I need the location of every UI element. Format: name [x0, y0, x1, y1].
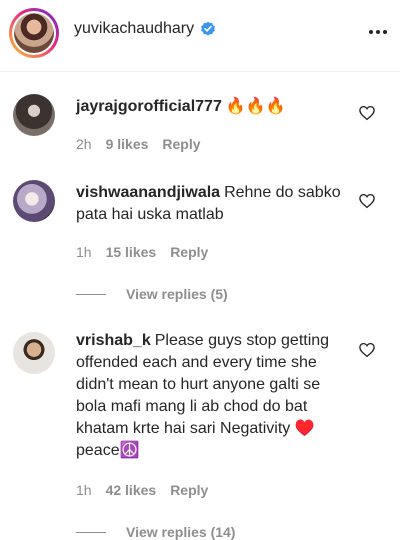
comment-item: vrishab_k Please guys stop getting offend…	[0, 328, 400, 540]
comment-item: vishwaanandjiwala Rehne do sabko pata hai…	[0, 180, 400, 310]
comment-meta: 1h 42 likes Reply	[76, 482, 222, 498]
replies-divider	[76, 531, 106, 533]
commenter-avatar[interactable]	[13, 94, 55, 136]
commenter-avatar[interactable]	[13, 332, 55, 374]
comment-text: vishwaanandjiwala Rehne do sabko pata hai…	[76, 182, 348, 226]
view-replies-button[interactable]: View replies (5)	[76, 286, 228, 302]
comment-username[interactable]: vishwaanandjiwala	[76, 184, 220, 201]
profile-username-row: yuvikachaudhary	[74, 20, 216, 38]
comment-likes[interactable]: 42 likes	[106, 482, 157, 498]
like-heart-icon[interactable]	[358, 104, 376, 122]
view-replies-label: View replies (14)	[126, 524, 236, 540]
replies-divider	[76, 293, 106, 295]
commenter-avatar[interactable]	[13, 180, 55, 222]
comment-text: vrishab_k Please guys stop getting offend…	[76, 330, 348, 462]
like-heart-icon[interactable]	[358, 192, 376, 210]
view-replies-label: View replies (5)	[126, 286, 228, 302]
profile-photo	[14, 13, 54, 53]
comment-username[interactable]: vrishab_k	[76, 332, 151, 349]
comment-time: 2h	[76, 136, 92, 152]
comment-likes[interactable]: 15 likes	[106, 244, 157, 260]
comment-likes[interactable]: 9 likes	[106, 136, 149, 152]
post-header: yuvikachaudhary	[0, 0, 400, 72]
reply-button[interactable]: Reply	[170, 482, 208, 498]
verified-badge-icon	[201, 21, 216, 36]
more-horizontal-icon[interactable]	[367, 22, 389, 42]
comment-meta: 2h 9 likes Reply	[76, 136, 215, 152]
profile-avatar[interactable]	[9, 8, 59, 58]
like-heart-icon[interactable]	[358, 341, 376, 359]
comment-username[interactable]: jayrajgorofficial777	[76, 98, 222, 115]
profile-username[interactable]: yuvikachaudhary	[74, 20, 194, 38]
comment-item: jayrajgorofficial777 🔥🔥🔥 2h 9 likes Reply	[0, 92, 400, 162]
comment-text: jayrajgorofficial777 🔥🔥🔥	[76, 96, 348, 118]
view-replies-button[interactable]: View replies (14)	[76, 524, 235, 540]
comment-body: Please guys stop getting offended each a…	[76, 332, 330, 459]
comment-time: 1h	[76, 244, 92, 260]
comment-meta: 1h 15 likes Reply	[76, 244, 222, 260]
comment-time: 1h	[76, 482, 92, 498]
reply-button[interactable]: Reply	[162, 136, 200, 152]
reply-button[interactable]: Reply	[170, 244, 208, 260]
comment-body: 🔥🔥🔥	[225, 98, 286, 115]
